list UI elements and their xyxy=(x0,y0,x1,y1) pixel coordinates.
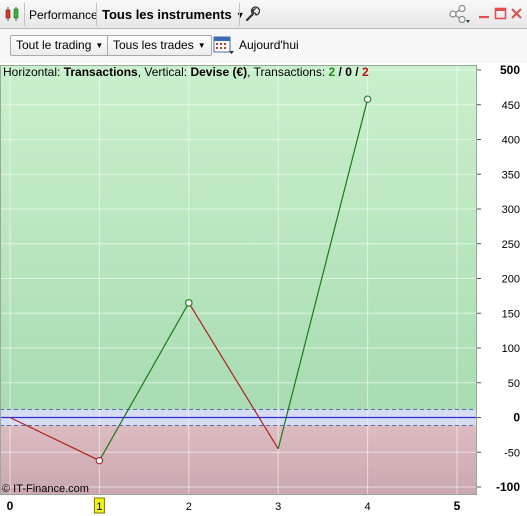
y-tick-label: 400 xyxy=(502,135,520,147)
chart-info-line: Horizontal: Transactions, Vertical: Devi… xyxy=(3,65,369,79)
y-tick-label: 150 xyxy=(502,308,520,320)
chevron-down-icon: ▼ xyxy=(197,41,206,50)
window-title: Performance xyxy=(29,8,98,22)
title-separator xyxy=(24,3,25,26)
y-tick-label: 300 xyxy=(502,204,520,216)
count-separator: / xyxy=(335,65,346,79)
y-tick-label: 0 xyxy=(513,411,520,425)
period-dropdown[interactable]: Tout le trading ▼ xyxy=(10,35,110,56)
horizontal-value: Transactions xyxy=(63,65,138,79)
share-icon[interactable] xyxy=(449,5,471,24)
y-tick-label: 500 xyxy=(500,63,520,77)
trades-dropdown[interactable]: Tous les trades ▼ xyxy=(107,35,212,56)
x-tick-label: 2 xyxy=(186,501,192,513)
y-tick-label: -100 xyxy=(496,480,520,494)
maximize-icon[interactable] xyxy=(494,7,507,20)
wrench-icon[interactable] xyxy=(244,6,260,22)
candlestick-chart-icon xyxy=(5,7,19,21)
losing-count: 2 xyxy=(361,65,369,79)
y-tick-label: 350 xyxy=(502,169,520,181)
trades-dropdown-label: Tous les trades xyxy=(113,38,194,52)
y-tick-label: 50 xyxy=(508,378,520,390)
instrument-selector[interactable]: Tous les instruments ▼ xyxy=(102,7,245,22)
y-tick-label: 450 xyxy=(502,100,520,112)
instrument-selector-label: Tous les instruments xyxy=(102,7,232,22)
performance-chart: 500450400350300250200150100500-50-1000 1 2… xyxy=(0,63,520,514)
transactions-label: , Transactions: xyxy=(247,65,326,79)
x-tick-label: 3 xyxy=(275,501,281,513)
x-tick-label: 5 xyxy=(454,499,461,513)
x-tick-label: 1 xyxy=(96,501,102,513)
y-tick-label: 250 xyxy=(502,239,520,251)
vertical-value: Devise (€) xyxy=(190,65,248,79)
data-point-marker xyxy=(185,299,193,307)
data-point-marker xyxy=(95,456,104,465)
profit-zone xyxy=(0,65,477,410)
neutral-count: 0 xyxy=(345,65,352,79)
y-tick-label: 100 xyxy=(502,343,520,355)
chevron-down-icon: ▼ xyxy=(95,41,104,50)
horizontal-label: Horizontal: xyxy=(3,65,61,79)
data-point-marker xyxy=(363,95,372,103)
count-separator: / xyxy=(351,65,362,79)
calendar-icon[interactable] xyxy=(213,35,235,55)
close-icon[interactable] xyxy=(510,7,523,20)
period-dropdown-label: Tout le trading xyxy=(16,38,92,52)
x-tick-label: 4 xyxy=(365,501,371,513)
vertical-label: , Vertical: xyxy=(137,65,188,79)
title-bar: Performance Tous les instruments ▼ xyxy=(0,0,527,29)
chart-area: 500 450 400 350 300 250 200 150 100 50 0 -50 -100 0 1 2… xyxy=(0,63,527,516)
copyright-label: © IT-Finance.com xyxy=(2,483,89,495)
title-separator xyxy=(96,3,97,26)
x-tick-label: 0 xyxy=(7,499,14,513)
title-separator xyxy=(239,3,240,26)
minimize-icon[interactable] xyxy=(478,7,491,20)
y-tick-label: 200 xyxy=(502,274,520,286)
y-tick-label: -50 xyxy=(504,447,520,459)
date-filter-label[interactable]: Aujourd'hui xyxy=(239,38,299,52)
